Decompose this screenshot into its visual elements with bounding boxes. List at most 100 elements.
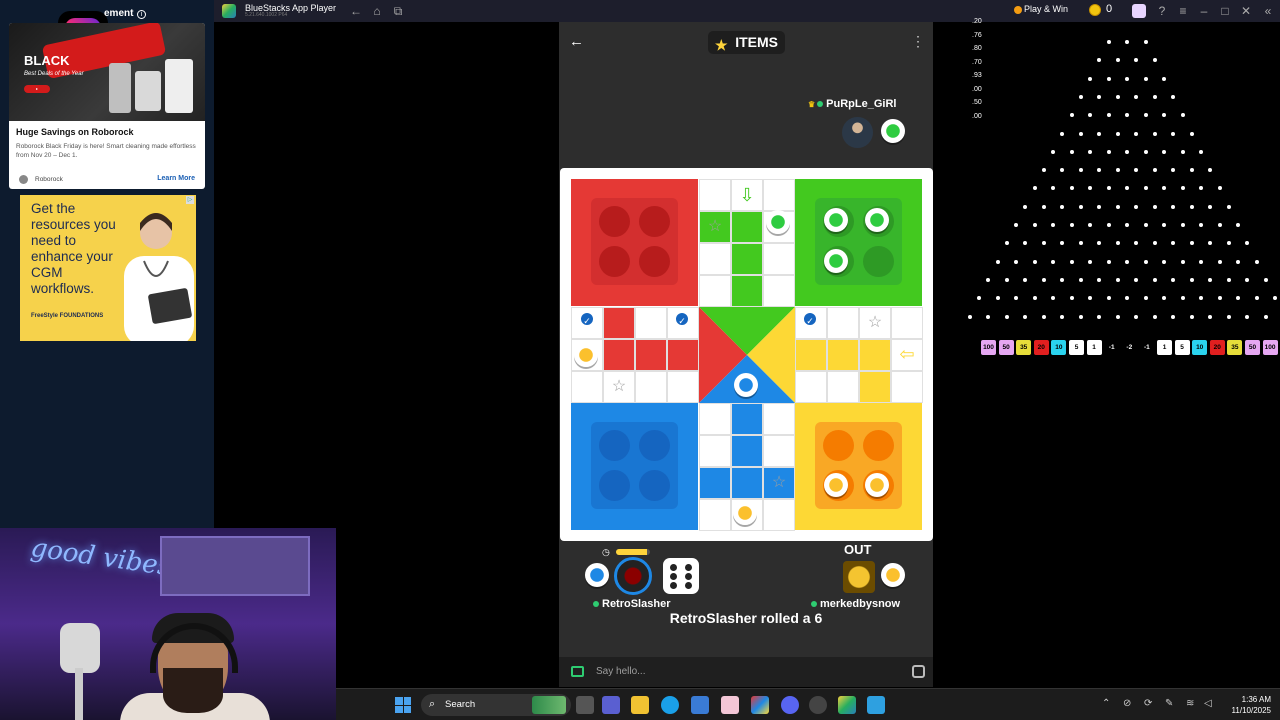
- plinko-peg: [1078, 168, 1083, 173]
- plinko-peg: [1106, 296, 1111, 301]
- plinko-peg: [977, 296, 981, 301]
- coin-icon: [1089, 4, 1101, 16]
- plinko-peg: [1152, 94, 1157, 99]
- plinko-peg: [1060, 314, 1065, 319]
- discord-icon[interactable]: [781, 696, 799, 714]
- safe-star-icon: ☆: [867, 314, 883, 331]
- bluestacks-taskbar-icon[interactable]: [838, 696, 856, 714]
- items-button[interactable]: ★ ITEMS: [708, 31, 785, 54]
- plinko-peg: [1134, 94, 1139, 99]
- green-token: [865, 208, 889, 232]
- app-icon[interactable]: [721, 696, 739, 714]
- dice[interactable]: [663, 558, 699, 594]
- learn-more-link[interactable]: Learn More: [157, 175, 195, 182]
- plinko-multiplier: 35: [1016, 340, 1032, 355]
- back-arrow-icon[interactable]: ←: [569, 33, 584, 50]
- plinko-peg: [1208, 204, 1213, 209]
- plinko-peg: [1097, 58, 1102, 63]
- obs-icon[interactable]: [809, 696, 827, 714]
- chat-bar[interactable]: Say hello...: [559, 657, 933, 687]
- plinko-peg: [1180, 149, 1185, 154]
- plinko-peg: [1263, 277, 1268, 282]
- star-icon: ★: [715, 37, 728, 53]
- edge-icon[interactable]: [661, 696, 679, 714]
- teams-icon[interactable]: [602, 696, 620, 714]
- roborock-logo-icon: [19, 175, 28, 184]
- plinko-peg: [1078, 131, 1083, 136]
- blue-token-done-icon: ✓: [802, 311, 818, 327]
- plinko-peg: [1115, 204, 1120, 209]
- tray-expand-icon[interactable]: ⌃: [1102, 698, 1110, 709]
- plinko-peg: [1069, 186, 1074, 191]
- close-icon[interactable]: ✕: [1238, 3, 1254, 19]
- play-win-button[interactable]: Play & Win: [1024, 4, 1068, 14]
- plinko-side-value: .00: [972, 85, 982, 93]
- player-blue-token: [585, 563, 609, 587]
- maximize-icon[interactable]: □: [1217, 3, 1233, 19]
- opponent-top-name: ♛ PuRpLe_GiRl: [808, 98, 897, 110]
- plinko-peg: [1152, 241, 1157, 246]
- plinko-peg: [1106, 223, 1111, 227]
- plinko-peg: [1162, 76, 1166, 81]
- player-bottom-right-name: merkedbysnow: [811, 598, 900, 610]
- roborock-ad[interactable]: BLACK Best Deals of the Year ▸ Huge Savi…: [9, 23, 205, 189]
- plinko-side-value: .93: [972, 72, 982, 79]
- plinko-peg: [1134, 314, 1139, 319]
- plinko-peg: [1226, 241, 1231, 246]
- plinko-peg: [1152, 168, 1157, 173]
- plinko-peg: [1199, 259, 1203, 264]
- green-token: [766, 210, 790, 234]
- info-icon[interactable]: i: [137, 10, 146, 19]
- tray-app-icon[interactable]: ⊘: [1123, 698, 1131, 709]
- plinko-multiplier: 35: [1227, 340, 1243, 355]
- plinko-peg: [1162, 259, 1166, 264]
- plinko-multiplier: 10: [1051, 340, 1067, 355]
- plinko-peg: [1069, 259, 1074, 264]
- more-options-icon[interactable]: ⋮: [911, 33, 925, 50]
- plinko-peg: [1143, 40, 1148, 44]
- out-label: OUT: [844, 542, 872, 557]
- tray-pen-icon[interactable]: ✎: [1165, 698, 1173, 709]
- chat-input[interactable]: Say hello...: [596, 666, 645, 677]
- plinko-peg: [1115, 58, 1120, 63]
- multitask-icon[interactable]: ⧉: [390, 3, 406, 19]
- plinko-peg: [986, 277, 991, 282]
- plinko-peg: [1171, 94, 1176, 99]
- plinko-multiplier: -2: [1121, 340, 1137, 355]
- home-icon[interactable]: ⌂: [369, 3, 385, 19]
- weather-widget-icon[interactable]: [532, 696, 566, 714]
- copilot-icon[interactable]: [751, 696, 769, 714]
- menu-icon[interactable]: ≡: [1175, 3, 1191, 19]
- sticker-icon[interactable]: [912, 665, 925, 678]
- plinko-peg: [1217, 296, 1222, 301]
- wifi-icon[interactable]: ≋: [1186, 698, 1194, 709]
- task-view-icon[interactable]: [576, 696, 594, 714]
- plinko-multiplier: 5: [1069, 340, 1084, 355]
- help-icon[interactable]: ?: [1154, 3, 1170, 19]
- taskbar-clock[interactable]: 1:36 AM 11/10/2025: [1232, 694, 1271, 716]
- windows-start-icon[interactable]: [395, 697, 411, 713]
- sidebar-toggle-icon[interactable]: «: [1260, 3, 1276, 19]
- minimize-icon[interactable]: –: [1196, 3, 1212, 19]
- notepad-icon[interactable]: [867, 696, 885, 714]
- plinko-side-value: .00: [972, 112, 982, 120]
- ad-panel: ement i BLACK Best Deals of the Year ▸ H…: [0, 0, 214, 528]
- plinko-peg: [1152, 131, 1157, 136]
- plinko-peg: [1041, 277, 1046, 282]
- store-icon[interactable]: [691, 696, 709, 714]
- plinko-peg: [1032, 259, 1037, 264]
- desktop: ement i BLACK Best Deals of the Year ▸ H…: [0, 0, 1280, 720]
- plinko-multiplier: 1: [1157, 340, 1172, 355]
- cgm-ad[interactable]: ▷ Get the resources you need to enhance …: [20, 195, 196, 341]
- plinko-peg: [1088, 259, 1092, 264]
- ludo-game: ← ★ ITEMS ⋮ ♛ PuRpLe_GiRl ☆ ☆ ☆ ☆ ⇩ ⇦ ✓ ✓ ✓ ◷ Ret…: [559, 22, 933, 657]
- plinko-peg: [1143, 149, 1148, 154]
- volume-icon[interactable]: ◁: [1204, 698, 1212, 709]
- file-explorer-icon[interactable]: [631, 696, 649, 714]
- profile-avatar[interactable]: [1132, 4, 1146, 18]
- chat-icon: [571, 666, 584, 677]
- plinko-peg: [1189, 168, 1194, 173]
- plinko-peg: [1106, 186, 1111, 191]
- back-icon[interactable]: ←: [348, 3, 364, 19]
- tray-sync-icon[interactable]: ⟳: [1144, 698, 1152, 709]
